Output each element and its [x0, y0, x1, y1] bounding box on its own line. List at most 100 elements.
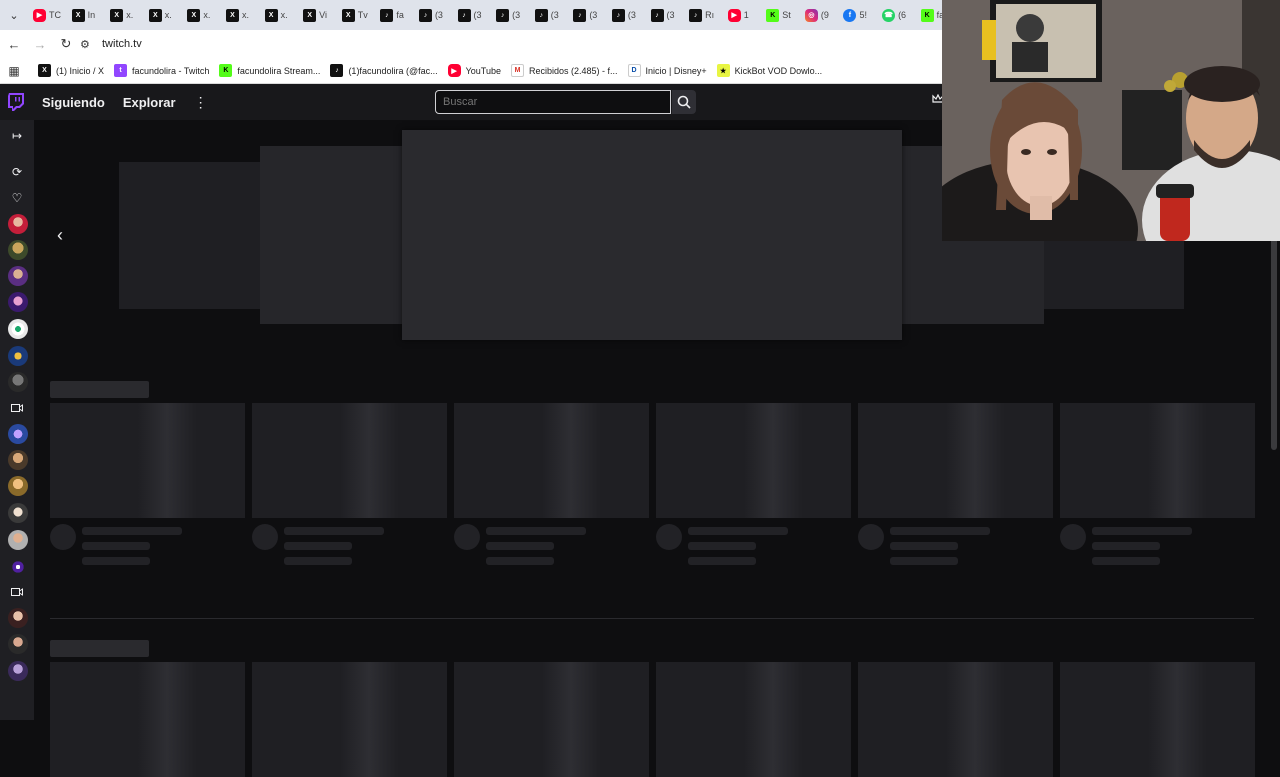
bookmark-item[interactable]: ▶ YouTube [447, 64, 501, 77]
reload-button[interactable]: ↻ [54, 32, 78, 56]
webcam-overlay [942, 0, 1280, 241]
nav-following-link[interactable]: Siguiendo [42, 95, 105, 110]
channel-avatar[interactable] [8, 372, 28, 392]
browser-tab[interactable]: ☎ (6 [878, 3, 917, 27]
url-text: twitch.tv [102, 38, 142, 50]
browser-tab[interactable]: Xx. [145, 3, 184, 27]
nav-browse-link[interactable]: Explorar [123, 95, 176, 110]
bookmark-item[interactable]: Kfacundolira Stream... [219, 64, 320, 77]
channel-avatar[interactable] [8, 530, 28, 550]
bookmark-item[interactable]: M Recibidos (2.485) - f... [510, 64, 618, 77]
channel-avatar[interactable] [8, 476, 28, 496]
back-button[interactable]: ← [2, 32, 26, 56]
channel-avatar[interactable] [8, 240, 28, 260]
instagram-icon: ◎ [804, 8, 818, 22]
channel-avatar[interactable] [8, 661, 28, 681]
browser-tab-title: Rı [705, 10, 715, 20]
bookmark-item[interactable]: ★ KickBot VOD Dowlo... [716, 64, 822, 77]
tiktok-icon: ♪ [534, 8, 548, 22]
channel-avatar[interactable] [8, 450, 28, 470]
apps-grid-icon[interactable]: ▦ [0, 64, 28, 78]
browser-tab[interactable]: ♪ (3 [569, 3, 608, 27]
channel-avatar[interactable] [8, 424, 28, 444]
whatsapp-icon: ☎ [882, 8, 896, 22]
browser-tab[interactable]: ♪ (3 [415, 3, 454, 27]
chevron-left-icon: ‹ [57, 225, 63, 245]
browser-tab-title: (3 [434, 10, 443, 20]
address-toolbar: ← → ↻ ⚙ twitch.tv [0, 30, 942, 58]
browser-tab[interactable]: Xx. [261, 3, 300, 27]
x-icon: X [303, 8, 317, 22]
browser-tab-title: x. [203, 10, 211, 20]
bookmark-label: YouTube [465, 65, 501, 76]
text-line-placeholder [1092, 542, 1160, 550]
browser-tab[interactable]: ▶ TC [29, 3, 68, 27]
browser-tab[interactable]: f 5! [839, 3, 878, 27]
browser-tab[interactable]: ♪ (3 [531, 3, 570, 27]
channel-avatar[interactable] [8, 214, 28, 234]
more-options-icon[interactable]: ⋮ [194, 94, 208, 111]
browser-tab-title: (3 [512, 10, 521, 20]
browser-tab[interactable]: X Vi [299, 3, 338, 27]
browser-tab-title: In [87, 10, 96, 20]
bookmark-item[interactable]: t facundolira - Twitch [114, 64, 209, 77]
avatar-placeholder [858, 524, 884, 550]
browser-tab[interactable]: ♪ (3 [608, 3, 647, 27]
browser-tab-title: x. [241, 10, 249, 20]
channel-avatar[interactable] [8, 503, 28, 523]
text-line-placeholder [1092, 527, 1192, 535]
browser-tab-title: x. [126, 10, 134, 20]
channel-avatar[interactable] [8, 292, 28, 312]
channel-avatar[interactable] [8, 608, 28, 628]
bookmark-label: Inicio | Disney+ [645, 65, 707, 76]
avatar-placeholder [454, 524, 480, 550]
browser-tab[interactable]: ♪ (3 [454, 3, 493, 27]
carousel-slide[interactable] [119, 162, 264, 309]
channel-avatar[interactable] [8, 266, 28, 286]
browser-tab[interactable]: X Tv [338, 3, 377, 27]
browser-tab[interactable]: Xx. [183, 3, 222, 27]
facebook-icon: f [843, 8, 857, 22]
bookmark-item[interactable]: X (1) Inicio / X [38, 64, 104, 77]
browser-tab-title: 5! [859, 10, 867, 20]
bookmark-item[interactable]: ♪ (1)facundolira (@fac... [330, 64, 438, 77]
browser-tab[interactable]: X In [68, 3, 107, 27]
browser-tab[interactable]: Xx. [222, 3, 261, 27]
text-line-placeholder [688, 542, 756, 550]
channel-avatar[interactable] [8, 319, 28, 339]
channel-avatar[interactable] [8, 557, 28, 577]
carousel-featured-slide[interactable] [402, 130, 902, 340]
live-channels-camera-icon [9, 400, 25, 416]
bookmark-label: Recibidos (2.485) - f... [528, 65, 618, 76]
browser-tab[interactable]: ♪ fa [376, 3, 415, 27]
tab-search-button[interactable]: ⌄ [2, 3, 26, 27]
shelf-title-placeholder [50, 381, 149, 398]
carousel-slide[interactable] [260, 146, 405, 324]
address-bar[interactable]: ⚙ twitch.tv [80, 31, 142, 57]
browser-tab[interactable]: ♪ (3 [492, 3, 531, 27]
browser-tab-title: (9 [820, 10, 829, 20]
browser-tab-title: x. [164, 10, 172, 20]
site-settings-icon[interactable]: ⚙ [80, 38, 96, 51]
browser-tab[interactable]: ♪ (3 [647, 3, 686, 27]
browser-tab[interactable]: Xx. [106, 3, 145, 27]
browser-tab-title: x. [280, 10, 288, 20]
stream-thumbnail-placeholder [656, 403, 851, 518]
browser-tab[interactable]: ▶ 1 [724, 3, 763, 27]
expand-sidebar-icon[interactable]: ↦ [9, 128, 25, 144]
carousel-prev-button[interactable]: ‹ [57, 225, 63, 246]
x-icon: X [225, 8, 239, 22]
search-input[interactable] [435, 90, 671, 114]
channel-avatar[interactable] [8, 346, 28, 366]
channel-avatar[interactable] [8, 634, 28, 654]
search-button[interactable] [672, 90, 696, 114]
browser-tab[interactable]: ♪ Rı [685, 3, 724, 27]
bookmark-item[interactable]: D Inicio | Disney+ [627, 64, 707, 77]
browser-tab[interactable]: K St [762, 3, 801, 27]
twitch-logo-icon[interactable] [8, 93, 24, 111]
browser-tab[interactable]: ◎ (9 [801, 3, 840, 27]
kick-icon: K [219, 64, 233, 77]
tiktok-icon: ♪ [611, 8, 625, 22]
browser-tab-title: Vi [319, 10, 327, 20]
forward-button[interactable]: → [28, 32, 52, 56]
